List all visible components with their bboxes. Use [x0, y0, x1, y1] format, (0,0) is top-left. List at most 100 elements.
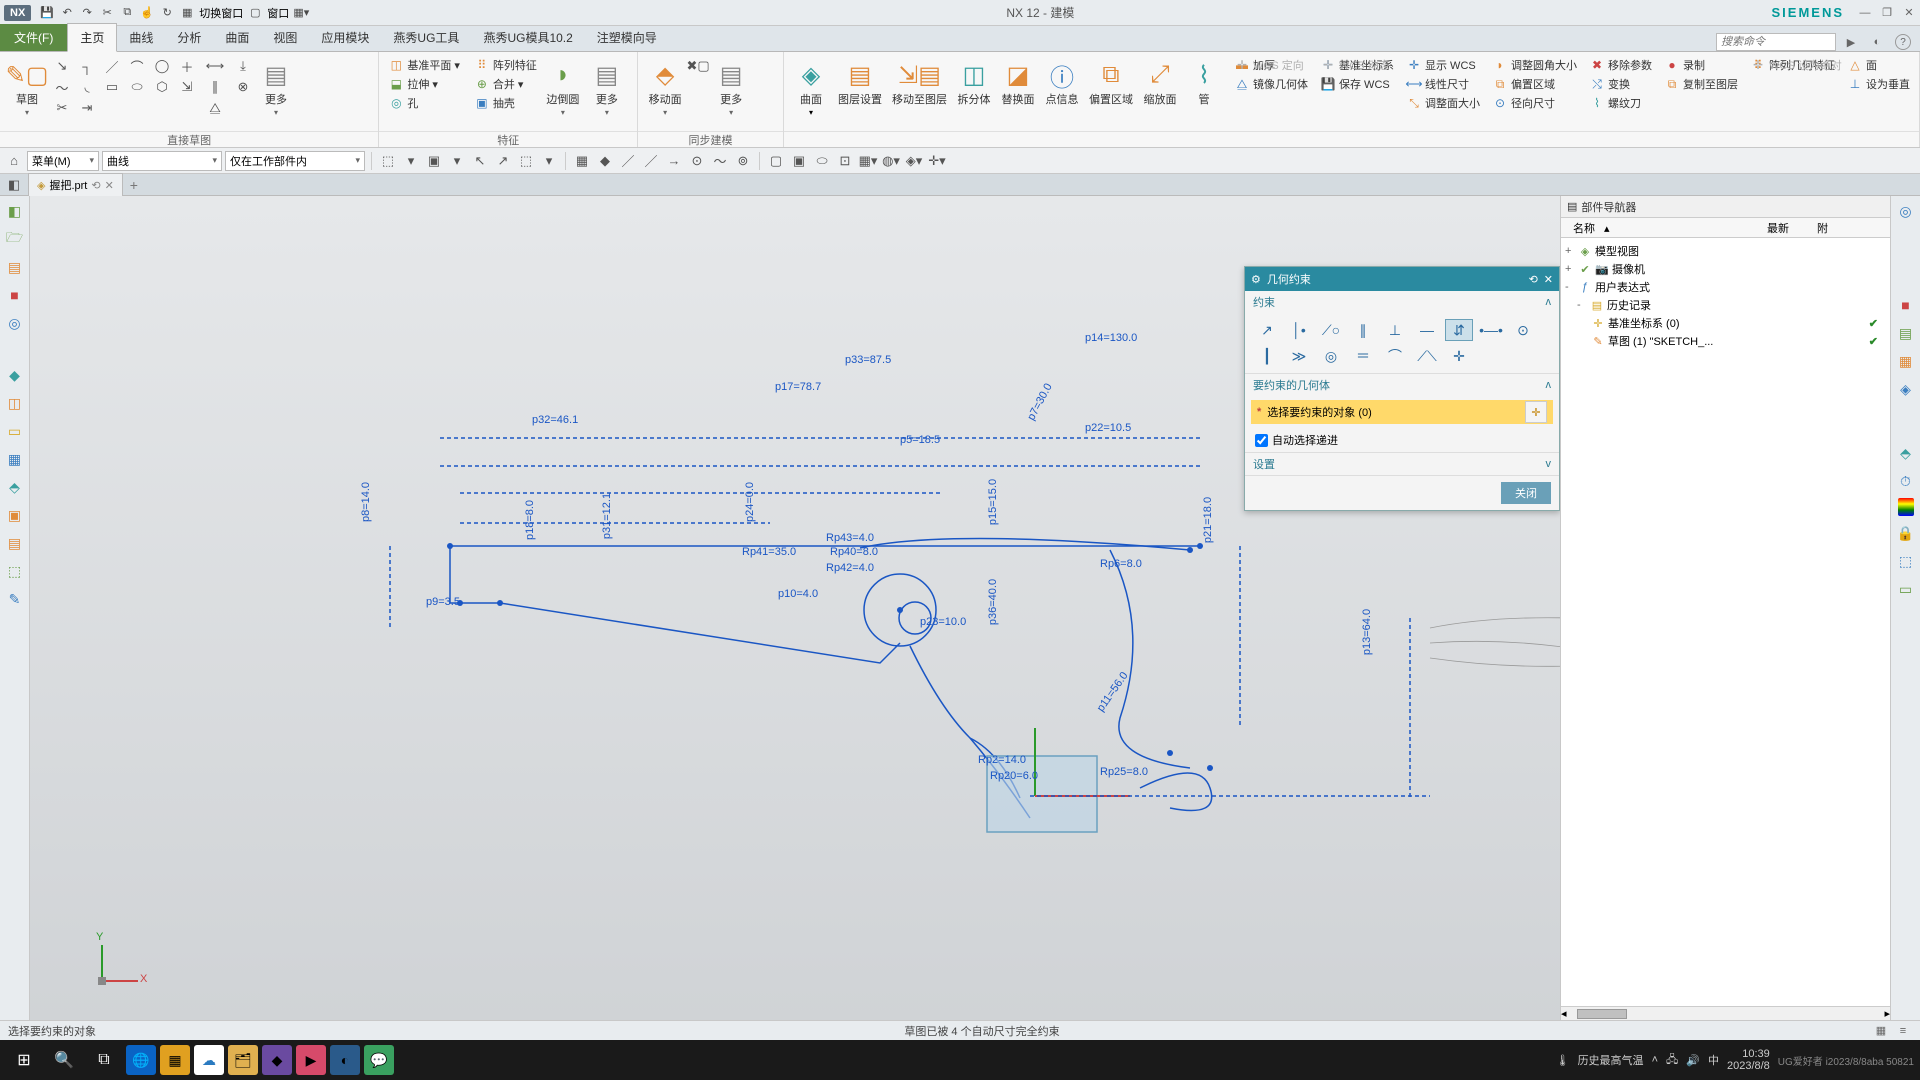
- sel-7-icon[interactable]: ⬚: [516, 151, 536, 171]
- restore-icon[interactable]: ❐: [1879, 5, 1895, 21]
- switch-window-icon[interactable]: ▦: [179, 5, 195, 21]
- sel-5-icon[interactable]: ↖: [470, 151, 490, 171]
- explorer-icon[interactable]: 🗂: [228, 1045, 258, 1075]
- left-nav-9-icon[interactable]: ▦: [4, 448, 26, 470]
- snap-2-icon[interactable]: ◆: [595, 151, 615, 171]
- corner-icon[interactable]: ┐: [77, 56, 97, 76]
- cmd-help-icon[interactable]: ?: [1895, 34, 1911, 50]
- left-nav-2-icon[interactable]: 🗁: [4, 228, 26, 250]
- app2-icon[interactable]: ▦: [160, 1045, 190, 1075]
- nav-col-attr[interactable]: 附: [1811, 220, 1834, 236]
- wcs-orient-button[interactable]: ✛WCS 定向: [1231, 56, 1307, 74]
- unite-button[interactable]: ⊕合并 ▾: [471, 75, 540, 93]
- search-icon[interactable]: 🔍: [46, 1042, 82, 1078]
- minimize-icon[interactable]: —: [1857, 5, 1873, 21]
- c-symmetric-icon[interactable]: ⌒: [1381, 345, 1409, 367]
- circle-icon[interactable]: ◯: [152, 56, 172, 76]
- save-icon[interactable]: 💾: [39, 5, 55, 21]
- tray-net-icon[interactable]: 🖧: [1666, 1051, 1678, 1070]
- nav-cameras-row[interactable]: +✔📷摄像机: [1563, 260, 1888, 278]
- fillet-icon[interactable]: ◟: [77, 77, 97, 97]
- offset-region2-button[interactable]: ⧉偏置区域: [1489, 75, 1580, 93]
- dialog-reset-icon[interactable]: ⟲: [1529, 273, 1538, 286]
- datum-plane-button[interactable]: ◫基准平面 ▾: [385, 56, 463, 74]
- point-icon[interactable]: ＋: [177, 56, 197, 76]
- auto-select-input[interactable]: [1255, 434, 1268, 447]
- wcs-absolute-button[interactable]: ✛WCS 设为绝对: [1747, 56, 1845, 74]
- right-rail-2-icon[interactable]: ■: [1895, 294, 1917, 316]
- c-perpendicular-icon[interactable]: ⊥: [1381, 319, 1409, 341]
- c-equalangle-icon[interactable]: ≫: [1285, 345, 1313, 367]
- help-icon[interactable]: ◐: [1869, 34, 1885, 50]
- nav-sketch-row[interactable]: ✎草图 (1) "SKETCH_...✔: [1563, 332, 1888, 350]
- c-pointoncurve-icon[interactable]: │•: [1285, 319, 1313, 341]
- right-rail-8-icon[interactable]: [1898, 498, 1914, 516]
- right-rail-5-icon[interactable]: ◈: [1895, 378, 1917, 400]
- switch-window-label[interactable]: 切换窗口: [199, 5, 243, 21]
- tab-home[interactable]: 主页: [67, 23, 117, 52]
- wave-face-button[interactable]: △面: [1844, 56, 1913, 74]
- left-nav-8-icon[interactable]: ▭: [4, 420, 26, 442]
- pick-object-field[interactable]: * 选择要约束的对象 (0) ✛: [1251, 400, 1553, 424]
- nav-history-row[interactable]: -▤历史记录: [1563, 296, 1888, 314]
- start-icon[interactable]: ⊞: [6, 1042, 42, 1078]
- geom-collapse-icon[interactable]: ʌ: [1546, 379, 1552, 391]
- left-nav-13-icon[interactable]: ⬚: [4, 560, 26, 582]
- c-vertical-icon[interactable]: ┃: [1253, 345, 1281, 367]
- app3-icon[interactable]: ☁: [194, 1045, 224, 1075]
- geo-const-icon[interactable]: ∥: [205, 77, 225, 97]
- right-rail-9-icon[interactable]: 🔒: [1895, 522, 1917, 544]
- c-concentric-icon[interactable]: ⊙: [1509, 319, 1537, 341]
- right-rail-10-icon[interactable]: ⬚: [1895, 550, 1917, 572]
- nav-col-name[interactable]: 名称 ▴: [1561, 220, 1761, 236]
- redo-icon[interactable]: ↷: [79, 5, 95, 21]
- tab-ysug10[interactable]: 燕秀UG模具10.2: [471, 24, 584, 51]
- nav-modelviews-row[interactable]: +◈模型视图: [1563, 242, 1888, 260]
- left-nav-4-icon[interactable]: ■: [4, 284, 26, 306]
- move-to-layer-button[interactable]: ⇲▤移动至图层: [888, 56, 951, 108]
- surface-button[interactable]: ◈曲面▾: [790, 56, 832, 119]
- more-sketch-button[interactable]: ▤更多▾: [255, 56, 297, 119]
- scale-face-button[interactable]: ⤢缩放面: [1139, 56, 1181, 108]
- wechat-icon[interactable]: 💬: [364, 1045, 394, 1075]
- graphics-viewport[interactable]: p14=130.0 p33=87.5 p17=78.7 p32=46.1 p5=…: [30, 196, 1560, 1020]
- right-rail-1-icon[interactable]: ◎: [1895, 200, 1917, 222]
- c-scale-icon[interactable]: ✛: [1445, 345, 1473, 367]
- add-file-tab-icon[interactable]: +: [125, 176, 143, 194]
- c-fix-icon[interactable]: ⟋⟍: [1413, 345, 1441, 367]
- more-sync-button[interactable]: ▤更多▾: [710, 56, 752, 119]
- menu-dropdown[interactable]: 菜单(M): [27, 151, 99, 171]
- c-coincident-icon[interactable]: ↗: [1253, 319, 1281, 341]
- snap-5-icon[interactable]: →: [664, 151, 684, 171]
- view-1-icon[interactable]: ▢: [766, 151, 786, 171]
- nav-col-new[interactable]: 最新: [1761, 220, 1811, 236]
- project-icon[interactable]: ⤓: [233, 56, 253, 76]
- left-nav-14-icon[interactable]: ✎: [4, 588, 26, 610]
- c-collinear-icon[interactable]: •—•: [1477, 319, 1505, 341]
- taskview-icon[interactable]: ⧉: [86, 1042, 122, 1078]
- right-rail-3-icon[interactable]: ▤: [1895, 322, 1917, 344]
- right-rail-7-icon[interactable]: ⏱: [1895, 470, 1917, 492]
- constraint-collapse-icon[interactable]: ʌ: [1546, 296, 1552, 308]
- repeat-icon[interactable]: ↻: [159, 5, 175, 21]
- offset-region-button[interactable]: ⧉偏置区域: [1085, 56, 1137, 108]
- qat-more-icon[interactable]: ▦▾: [293, 5, 309, 21]
- hole-button[interactable]: ◎孔: [385, 94, 463, 112]
- c-midpoint-icon[interactable]: ⇵: [1445, 319, 1473, 341]
- intersect-icon[interactable]: ⊗: [233, 77, 253, 97]
- offset-icon[interactable]: ⇲: [177, 77, 197, 97]
- trim-icon[interactable]: ✂: [52, 98, 72, 118]
- cut-icon[interactable]: ✂: [99, 5, 115, 21]
- sel-8-icon[interactable]: ▾: [539, 151, 559, 171]
- left-nav-12-icon[interactable]: ▤: [4, 532, 26, 554]
- dialog-gear-icon[interactable]: ⚙: [1251, 273, 1261, 286]
- tab-view[interactable]: 视图: [261, 24, 309, 51]
- mirror-curve-icon[interactable]: ⧋: [205, 98, 225, 118]
- c-equalradius-icon[interactable]: ◎: [1317, 345, 1345, 367]
- auto-select-checkbox[interactable]: 自动选择递进: [1245, 428, 1559, 452]
- replace-face-button[interactable]: ◪替换面: [997, 56, 1039, 108]
- status-more-icon[interactable]: ≡: [1894, 1023, 1912, 1039]
- tab-curve[interactable]: 曲线: [117, 24, 165, 51]
- rapid-dim-icon[interactable]: ⟷: [205, 56, 225, 76]
- remove-param-button[interactable]: ✖移除参数: [1586, 56, 1655, 74]
